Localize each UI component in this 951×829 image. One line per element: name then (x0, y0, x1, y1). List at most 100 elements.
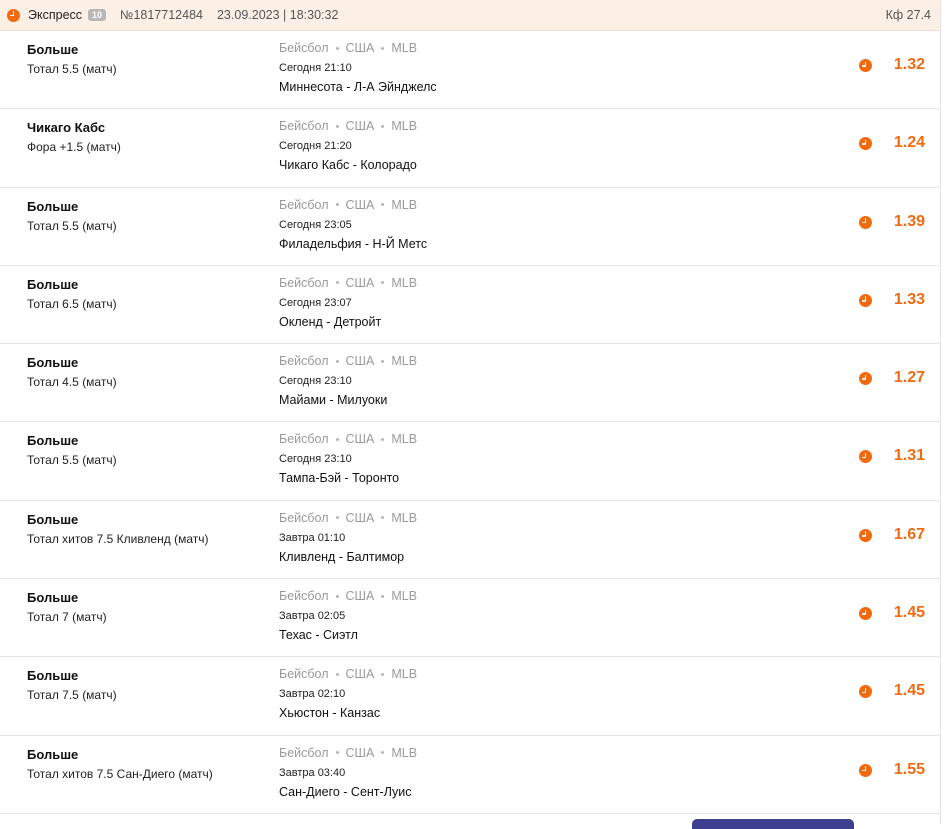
bet-row[interactable]: Больше Тотал 5.5 (матч) Бейсбол США MLB Се… (0, 188, 940, 266)
separator-dot (381, 751, 385, 755)
bet-row[interactable]: Чикаго Кабс Фора +1.5 (матч) Бейсбол США M… (0, 109, 940, 188)
market-name: Тотал 4.5 (матч) (27, 375, 117, 390)
total-coefficient: Кф 27.4 (885, 8, 931, 22)
bet-row[interactable]: Больше Тотал хитов 7.5 Кливленд (матч) Б… (0, 501, 940, 580)
event-category: Бейсбол США MLB (279, 745, 417, 761)
bet-row[interactable]: Больше Тотал хитов 7.5 Сан-Диего (матч) … (0, 736, 940, 814)
selection-name: Чикаго Кабс (27, 120, 106, 136)
event-time: Сегодня 21:20 (279, 140, 352, 153)
market-name: Тотал 7 (матч) (27, 610, 107, 625)
bet-row[interactable]: Больше Тотал 7.5 (матч) Бейсбол США MLB За… (0, 657, 940, 736)
clock-icon (859, 215, 872, 229)
sport-label: Бейсбол (279, 354, 329, 369)
sport-label: Бейсбол (279, 667, 329, 682)
event-block: Бейсбол США MLB Завтра 02:05 Техас - Сиэтл (279, 588, 417, 643)
event-match[interactable]: Майами - Милуоки (279, 392, 417, 408)
bet-details-panel: Экспресс 10 №1817712484 23.09.2023 | 18:… (0, 0, 941, 829)
odds-value: 1.55 (893, 760, 925, 778)
bet-list: Больше Тотал 5.5 (матч) Бейсбол США MLB Се… (0, 31, 940, 814)
separator-dot (381, 203, 385, 207)
event-match[interactable]: Окленд - Детройт (279, 314, 417, 330)
bet-header[interactable]: Экспресс 10 №1817712484 23.09.2023 | 18:… (0, 0, 940, 31)
selection-block: Чикаго Кабс Фора +1.5 (матч) (27, 119, 121, 155)
separator-dot (381, 672, 385, 676)
selection-name: Больше (27, 42, 79, 57)
clock-icon (859, 528, 872, 542)
odds-value: 1.32 (893, 56, 925, 73)
separator-dot (381, 46, 385, 50)
bet-row[interactable]: Больше Тотал 6.5 (матч) Бейсбол США MLB Се… (0, 266, 940, 345)
event-category: Бейсбол США MLB (279, 40, 437, 56)
event-match[interactable]: Миннесота - Л-А Эйнджелс (279, 79, 437, 95)
market-name: Тотал хитов 7.5 Сан-Диего (матч) (27, 766, 213, 781)
separator-dot (335, 203, 339, 207)
bet-row[interactable]: Больше Тотал 7 (матч) Бейсбол США MLB Завт… (0, 579, 940, 658)
bet-row[interactable]: Больше Тотал 5.5 (матч) Бейсбол США MLB Се… (0, 31, 940, 110)
separator-dot (335, 46, 339, 50)
event-block: Бейсбол США MLB Сегодня 21:10 Миннесота - … (279, 40, 437, 95)
sport-label: Бейсбол (279, 589, 329, 604)
event-category: Бейсбол США MLB (279, 510, 417, 526)
odds-value: 1.45 (893, 604, 925, 622)
clock-icon (859, 763, 872, 777)
market-name: Тотал 7.5 (матч) (27, 688, 117, 703)
separator-dot (381, 594, 385, 598)
market-name: Тотал хитов 7.5 Кливленд (матч) (27, 531, 209, 546)
selection-name: Больше (27, 746, 79, 762)
event-category: Бейсбол США MLB (279, 666, 417, 682)
market-name: Тотал 5.5 (матч) (27, 62, 117, 76)
market-name: Тотал 5.5 (матч) (27, 218, 117, 233)
action-button[interactable] (692, 819, 854, 829)
event-category: Бейсбол США MLB (279, 431, 417, 447)
league-label: MLB (391, 432, 418, 447)
clock-icon (859, 59, 872, 72)
country-label: США (345, 589, 375, 604)
clock-icon (859, 607, 872, 621)
selection-block: Больше Тотал 5.5 (матч) (27, 198, 117, 234)
event-time: Завтра 02:05 (279, 610, 346, 623)
event-category: Бейсбол США MLB (279, 275, 417, 291)
separator-dot (335, 281, 339, 285)
event-match[interactable]: Чикаго Кабс - Колорадо (279, 157, 417, 173)
event-time: Завтра 02:10 (279, 688, 346, 701)
separator-dot (381, 359, 385, 363)
event-match[interactable]: Тампа-Бэй - Торонто (279, 470, 417, 486)
event-match[interactable]: Хьюстон - Канзас (279, 705, 417, 721)
event-match[interactable]: Сан-Диего - Сент-Луис (279, 784, 417, 800)
clock-icon (859, 372, 872, 386)
league-label: MLB (391, 667, 418, 682)
event-block: Бейсбол США MLB Завтра 01:10 Кливленд - Ба… (279, 510, 417, 565)
event-category: Бейсбол США MLB (279, 588, 417, 604)
bet-row[interactable]: Больше Тотал 5.5 (матч) Бейсбол США MLB Се… (0, 422, 940, 501)
market-name: Тотал 5.5 (матч) (27, 453, 117, 468)
country-label: США (345, 41, 375, 55)
country-label: США (345, 197, 375, 212)
separator-dot (335, 124, 339, 128)
event-category: Бейсбол США MLB (279, 353, 417, 369)
country-label: США (345, 275, 375, 290)
selection-name: Больше (27, 276, 79, 292)
league-label: MLB (391, 589, 418, 604)
event-time: Сегодня 23:07 (279, 296, 352, 309)
separator-dot (335, 672, 339, 676)
selection-name: Больше (27, 198, 79, 214)
event-block: Бейсбол США MLB Сегодня 23:07 Окленд - Дет… (279, 275, 417, 330)
event-category: Бейсбол США MLB (279, 118, 417, 134)
country-label: США (345, 510, 375, 525)
event-match[interactable]: Техас - Сиэтл (279, 627, 417, 643)
odds-value: 1.67 (893, 525, 925, 543)
clock-icon (7, 8, 20, 22)
bet-row[interactable]: Больше Тотал 4.5 (матч) Бейсбол США MLB Се… (0, 344, 940, 423)
separator-dot (335, 516, 339, 520)
event-block: Бейсбол США MLB Сегодня 23:05 Филадельфия … (279, 197, 427, 252)
event-match[interactable]: Филадельфия - Н-Й Метс (279, 236, 427, 252)
sport-label: Бейсбол (279, 432, 329, 447)
bet-datetime: 23.09.2023 | 18:30:32 (216, 8, 339, 22)
event-time: Завтра 03:40 (279, 766, 346, 779)
event-block: Бейсбол США MLB Завтра 03:40 Сан-Диего - С… (279, 745, 417, 800)
event-block: Бейсбол США MLB Сегодня 23:10 Тампа-Бэй - … (279, 431, 417, 486)
event-block: Бейсбол США MLB Сегодня 23:10 Майами - Мил… (279, 353, 417, 408)
selection-block: Больше Тотал 5.5 (матч) (27, 432, 117, 468)
sport-label: Бейсбол (279, 197, 329, 212)
event-match[interactable]: Кливленд - Балтимор (279, 549, 417, 565)
